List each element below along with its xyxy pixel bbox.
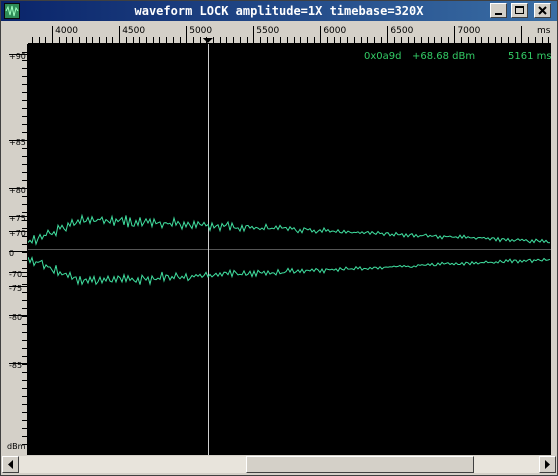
close-icon (538, 6, 547, 15)
time-tick-label: 5500 (256, 26, 279, 36)
minimize-button[interactable] (490, 3, 507, 18)
amplitude-tick-label: +85 (9, 138, 26, 147)
arrow-right-icon (545, 460, 550, 469)
amplitude-tick-label: +80 (9, 186, 26, 195)
time-tick-label: 6000 (323, 26, 346, 36)
amplitude-tick-label: -75 (9, 284, 22, 293)
maximize-icon (515, 6, 524, 14)
amplitude-tick-label: -80 (9, 313, 22, 322)
waveform-plot[interactable]: 0x0a9d +68.68 dBm 5161 ms (28, 44, 551, 455)
waveform-window: waveform LOCK amplitude=1X timebase=320X… (0, 0, 558, 476)
readout-hex: 0x0a9d (364, 51, 401, 62)
scroll-right-button[interactable] (539, 456, 556, 473)
time-tick-label: 7000 (457, 26, 480, 36)
time-tick-label: 4500 (122, 26, 145, 36)
time-ruler[interactable]: 4000 4500 5000 5500 6000 6500 7000 ms (28, 22, 551, 44)
close-button[interactable] (534, 3, 551, 18)
time-tick-label: 4000 (55, 26, 78, 36)
amplitude-tick-label: +75 (9, 214, 26, 223)
time-tick-label: 6500 (390, 26, 413, 36)
waveform-upper-trace (28, 213, 551, 246)
horizontal-scrollbar[interactable] (2, 456, 556, 473)
amplitude-tick-label: 0 (9, 249, 14, 258)
waveform-lower-trace (28, 255, 551, 286)
arrow-left-icon (8, 460, 13, 469)
minimize-icon (495, 13, 502, 15)
amplitude-tick-label: -70 (9, 270, 22, 279)
cursor-marker-icon[interactable] (202, 38, 213, 43)
maximize-button[interactable] (511, 3, 528, 18)
amplitude-ruler[interactable]: +90 +85 +80 +75 +70 0 -70 -75 -80 -85 dBm (2, 44, 28, 455)
amplitude-unit-label: dBm (7, 442, 26, 451)
readout-level: +68.68 dBm (412, 51, 475, 62)
scrollbar-thumb[interactable] (246, 456, 474, 473)
scroll-left-button[interactable] (2, 456, 19, 473)
time-tick-label: 5000 (189, 26, 212, 36)
readout-time: 5161 ms (508, 51, 551, 62)
window-title: waveform LOCK amplitude=1X timebase=320X (134, 4, 424, 18)
title-bar[interactable]: waveform LOCK amplitude=1X timebase=320X (1, 1, 557, 21)
amplitude-tick-label: -85 (9, 361, 22, 370)
amplitude-tick-label: +90 (9, 52, 26, 61)
time-unit-label: ms (537, 26, 551, 36)
